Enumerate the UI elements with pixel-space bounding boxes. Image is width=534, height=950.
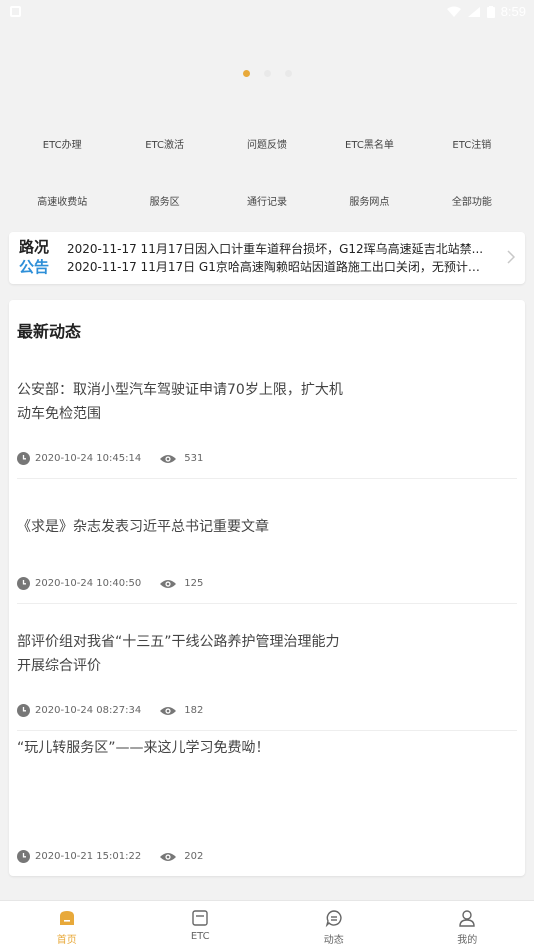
quick-action-service-area[interactable]: 服务区 [113, 193, 215, 208]
news-time: 2020-10-24 10:45:14 [35, 453, 142, 464]
news-time: 2020-10-24 10:40:50 [35, 578, 142, 589]
news-time: 2020-10-24 08:27:34 [35, 705, 142, 716]
message-icon [325, 910, 342, 928]
battery-icon [486, 5, 495, 18]
news-item[interactable]: 公安部：取消小型汽车驾驶证申请70岁上限，扩大机动车免检范围 2020-10-2… [17, 378, 517, 479]
quick-action-etc-apply[interactable]: ETC办理 [11, 136, 113, 151]
news-meta: 2020-10-24 10:45:14 531 [17, 452, 203, 465]
quick-action-toll-station[interactable]: 高速收费站 [11, 193, 113, 208]
chevron-right-icon [507, 250, 515, 264]
quick-action-etc-cancel[interactable]: ETC注销 [421, 136, 523, 151]
tab-news[interactable]: 动态 [267, 901, 401, 950]
latest-news-card: 最新动态 公安部：取消小型汽车驾驶证申请70岁上限，扩大机动车免检范围 2020… [9, 300, 525, 876]
clock-icon [17, 577, 30, 590]
tab-label: ETC [190, 931, 210, 942]
eye-icon [160, 579, 177, 588]
news-meta: 2020-10-21 15:01:22 202 [17, 850, 203, 863]
quick-actions-row: 高速收费站 服务区 通行记录 服务网点 全部功能 [11, 193, 523, 208]
clock-icon [17, 452, 30, 465]
tab-etc[interactable]: ETC [134, 901, 268, 950]
quick-actions-row: ETC办理 ETC激活 问题反馈 ETC黑名单 ETC注销 [11, 136, 523, 151]
news-title[interactable]: 公安部：取消小型汽车驾驶证申请70岁上限，扩大机动车免检范围 [17, 378, 347, 426]
wifi-icon [446, 6, 461, 17]
tab-label: 我的 [457, 935, 478, 946]
news-title[interactable]: “玩儿转服务区”——来这儿学习免费呦！ [17, 736, 437, 760]
news-time: 2020-10-21 15:01:22 [35, 851, 142, 862]
news-views: 531 [184, 453, 204, 464]
road-notice-item[interactable]: 2020-11-17 11月17日因入口计重车道秤台损坏，G12珲乌高速延吉北站… [67, 240, 487, 258]
news-item[interactable]: “玩儿转服务区”——来这儿学习免费呦！ 2020-10-21 15:01:22 … [17, 736, 517, 866]
carousel-dot[interactable] [242, 70, 250, 77]
road-notice-logo-bottom: 公告 [19, 258, 50, 276]
news-meta: 2020-10-24 10:40:50 125 [17, 577, 203, 590]
quick-action-etc-activate[interactable]: ETC激活 [113, 136, 215, 151]
road-notice-bar[interactable]: 路况 公告 2020-11-17 11月17日因入口计重车道秤台损坏，G12珲乌… [9, 232, 525, 284]
home-icon [59, 911, 74, 925]
signal-icon [467, 6, 480, 17]
quick-action-feedback[interactable]: 问题反馈 [216, 136, 318, 151]
eye-icon [160, 852, 177, 861]
eye-icon [160, 454, 177, 463]
news-title[interactable]: 《求是》杂志发表习近平总书记重要文章 [17, 515, 347, 539]
road-notice-logo: 路况 公告 [19, 237, 53, 277]
news-views: 202 [184, 851, 204, 862]
status-time: 8:59 [500, 4, 526, 19]
quick-action-etc-blacklist[interactable]: ETC黑名单 [318, 136, 420, 151]
divider [17, 730, 517, 731]
eye-icon [160, 706, 177, 715]
tab-profile[interactable]: 我的 [401, 901, 534, 950]
news-meta: 2020-10-24 08:27:34 182 [17, 704, 203, 717]
status-bar: 8:59 [0, 0, 534, 24]
news-item[interactable]: 《求是》杂志发表习近平总书记重要文章 2020-10-24 10:40:50 1… [17, 515, 517, 604]
clock-icon [17, 850, 30, 863]
quick-action-trip-records[interactable]: 通行记录 [216, 193, 318, 208]
carousel-indicator [0, 70, 534, 77]
news-views: 125 [184, 578, 204, 589]
tab-label: 首页 [56, 935, 77, 946]
news-views: 182 [184, 705, 204, 716]
notification-icon [10, 6, 21, 17]
carousel-dot[interactable] [284, 70, 292, 77]
bottom-tab-bar: 首页 ETC 动态 我的 [0, 900, 534, 950]
etc-card-icon [192, 910, 208, 926]
road-notice-item[interactable]: 2020-11-17 11月17日 G1京哈高速陶赖昭站因道路施工出口关闭，无预… [67, 258, 487, 276]
quick-action-all-functions[interactable]: 全部功能 [421, 193, 523, 208]
tab-home[interactable]: 首页 [0, 901, 134, 950]
clock-icon [17, 704, 30, 717]
news-title[interactable]: 部评价组对我省“十三五”干线公路养护管理治理能力开展综合评价 [17, 630, 347, 678]
divider [17, 603, 517, 604]
section-title: 最新动态 [17, 322, 82, 341]
tab-label: 动态 [323, 935, 344, 946]
user-icon [459, 910, 475, 927]
quick-action-service-outlets[interactable]: 服务网点 [318, 193, 420, 208]
divider [17, 478, 517, 479]
carousel-dot[interactable] [263, 70, 271, 77]
news-item[interactable]: 部评价组对我省“十三五”干线公路养护管理治理能力开展综合评价 2020-10-2… [17, 630, 517, 731]
road-notice-logo-top: 路况 [19, 238, 50, 256]
